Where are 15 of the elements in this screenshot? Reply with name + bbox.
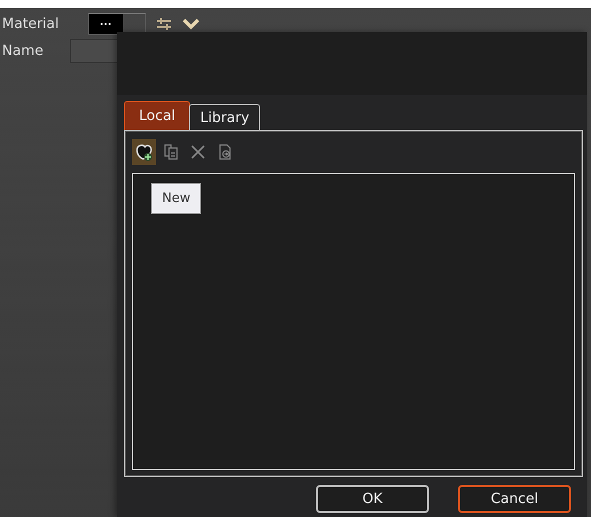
material-field[interactable]: ··· [88, 13, 146, 35]
new-material-button[interactable] [132, 139, 156, 165]
material-label: Material [1, 16, 60, 32]
chevron-down-icon[interactable] [182, 18, 200, 30]
tab[interactable]: Library [189, 104, 260, 130]
browse-button[interactable]: ··· [89, 14, 123, 34]
heart-plus-icon [134, 142, 154, 162]
tooltip: New [151, 183, 202, 214]
copy-icon [162, 143, 180, 161]
sliders-icon[interactable] [156, 17, 172, 31]
delete-icon [189, 143, 207, 161]
cancel-button[interactable]: Cancel [458, 485, 571, 513]
name-label: Name [1, 43, 44, 59]
tab[interactable]: Local [124, 101, 190, 130]
ok-button[interactable]: OK [316, 485, 429, 513]
